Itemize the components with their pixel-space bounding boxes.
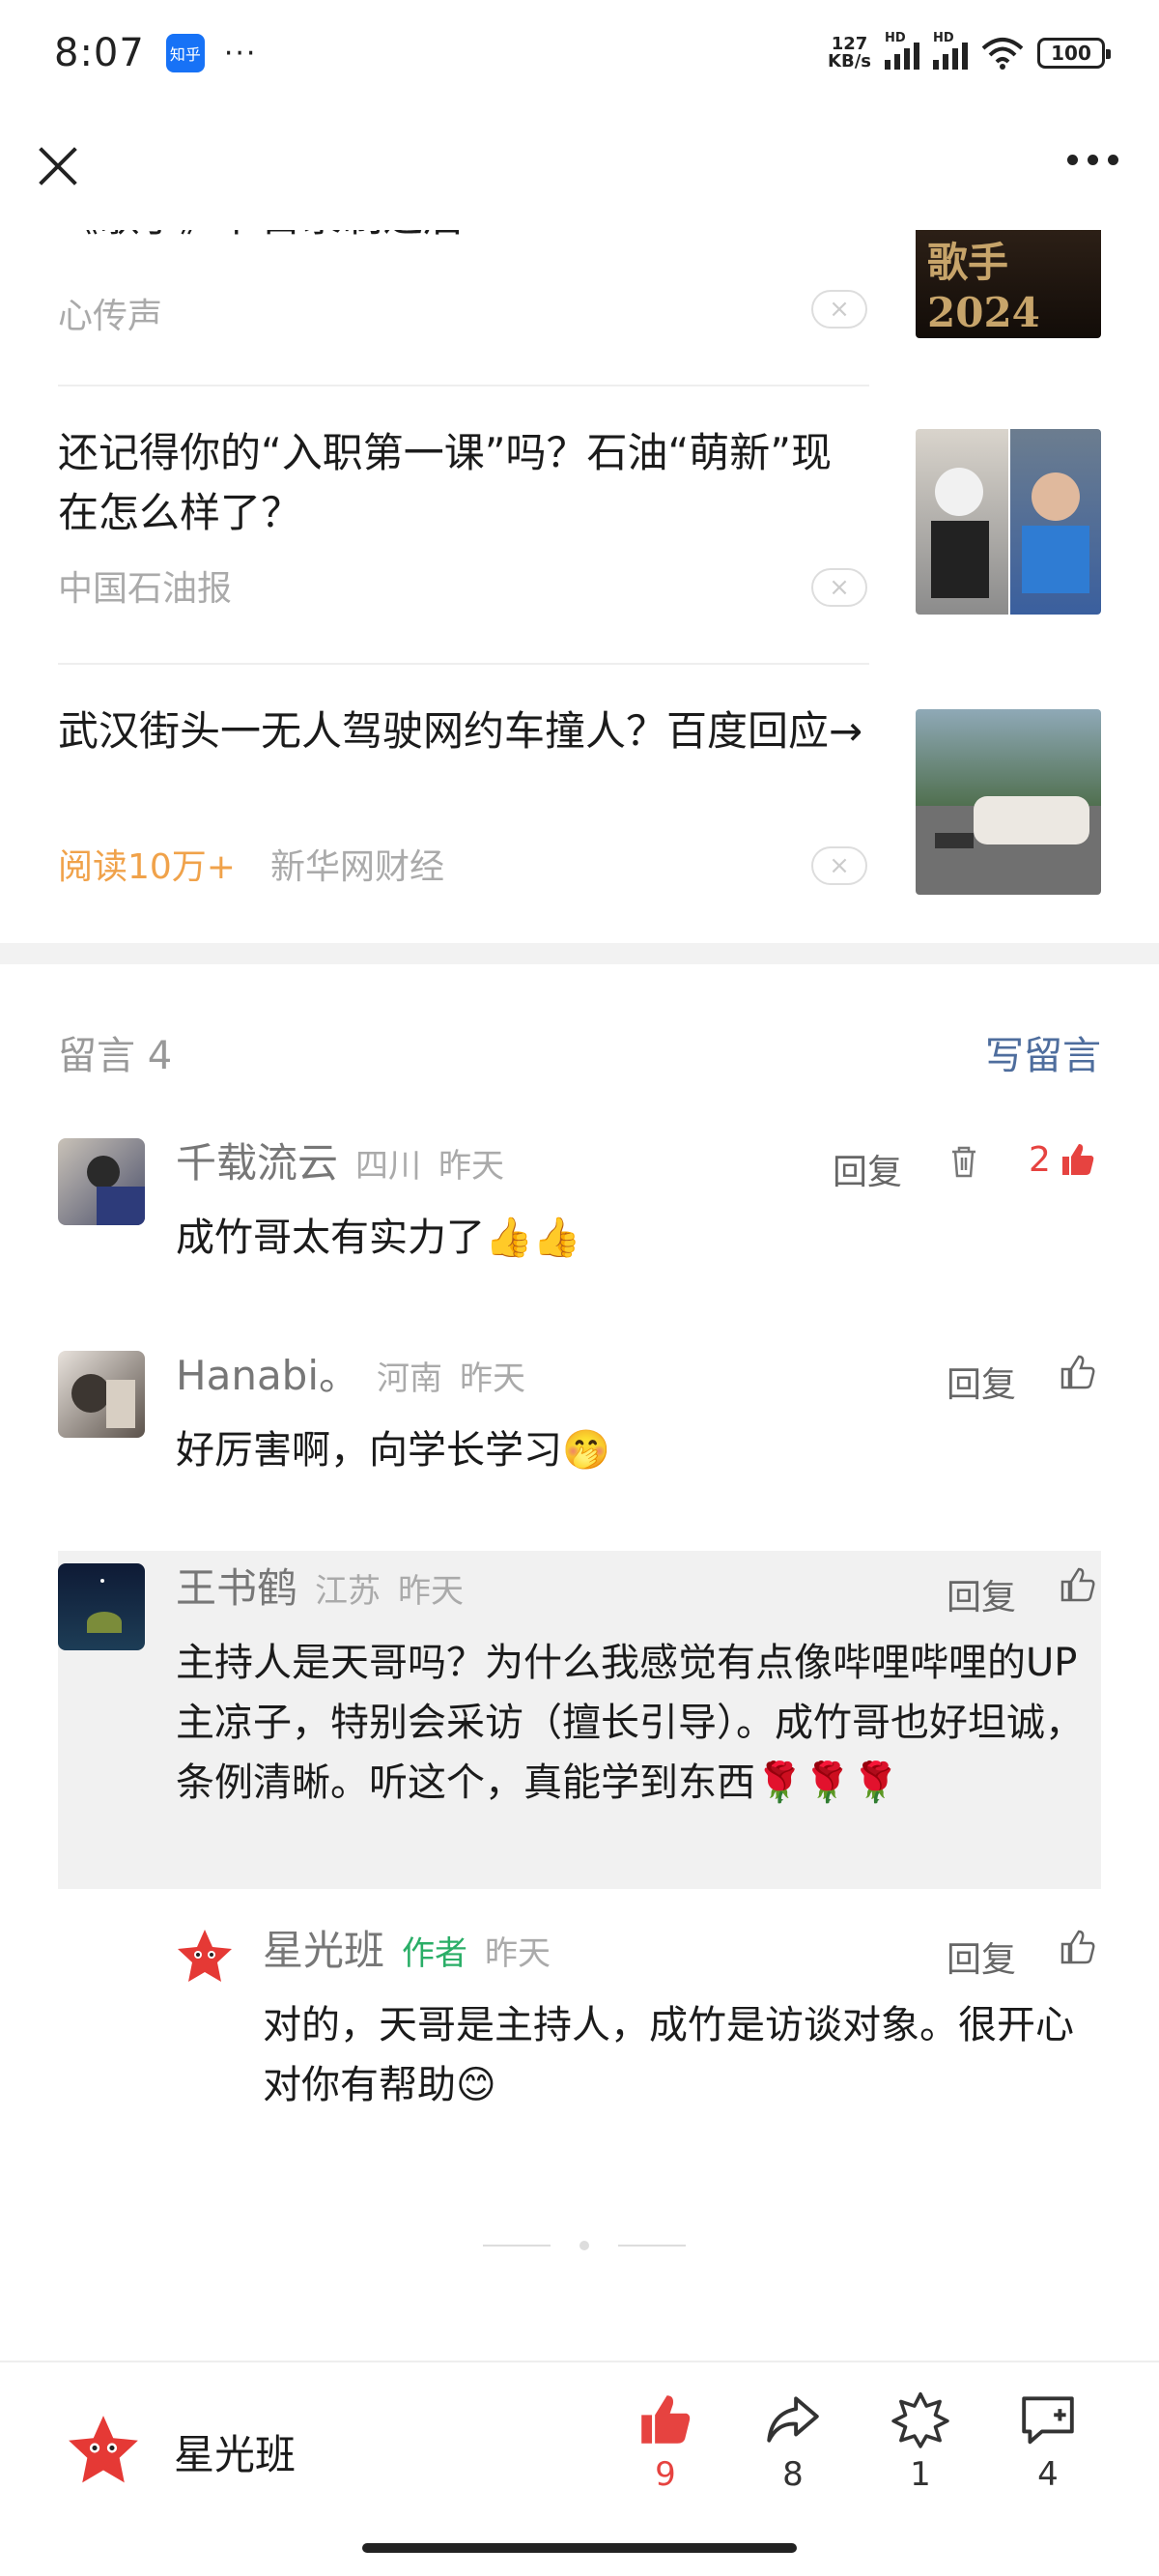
comment-text: 好厉害啊，向学长学习🤭 bbox=[176, 1428, 610, 1473]
comment-like-count: 2 bbox=[1029, 1140, 1051, 1180]
status-bar: 8:07 知乎 ··· 127 KB/s HD HD 100 bbox=[0, 0, 1159, 106]
comments-count: 留言 4 bbox=[58, 1034, 173, 1078]
end-indicator bbox=[483, 2241, 686, 2250]
comment-author[interactable]: 王书鹤 江苏 昨天 bbox=[176, 1563, 464, 1617]
signal-icon: HD bbox=[885, 31, 919, 70]
network-speed: 127 KB/s bbox=[828, 36, 871, 71]
share-count: 8 bbox=[782, 2455, 804, 2494]
wifi-icon bbox=[981, 38, 1024, 70]
zhihu-app-icon: 知乎 bbox=[165, 34, 205, 72]
author-star-avatar[interactable] bbox=[174, 1926, 236, 1988]
dismiss-icon[interactable]: × bbox=[811, 568, 867, 607]
signal-icon-2: HD bbox=[933, 31, 968, 70]
signal-hd-label-2: HD bbox=[933, 31, 954, 45]
article-scroll-area[interactable]: 《歌手》节目录制之后 心传声 × 歌手2024 还记得你的“入职第一课”吗？石油… bbox=[0, 230, 1159, 2361]
comment-time: 昨天 bbox=[398, 1572, 465, 1611]
thumb-up-filled-icon bbox=[641, 2395, 691, 2444]
write-comment-button[interactable]: 写留言 bbox=[985, 1024, 1101, 1080]
related-article-meta: 中国石油报 bbox=[58, 560, 232, 611]
related-article-item[interactable]: 武汉街头一无人驾驶网约车撞人？百度回应→ 阅读10万+ 新华网财经 × bbox=[0, 663, 1159, 943]
sparkle-star-icon bbox=[891, 2391, 949, 2448]
avatar[interactable] bbox=[58, 1563, 145, 1650]
favorite-count: 1 bbox=[910, 2455, 931, 2494]
related-article-source: 新华网财经 bbox=[269, 847, 444, 887]
author-name[interactable]: 星光班 bbox=[174, 2422, 296, 2481]
related-article-thumbnail: 歌手2024 bbox=[916, 230, 1101, 338]
related-article-thumbnail bbox=[916, 709, 1101, 895]
related-article-title: 《歌手》节目录制之后 bbox=[58, 230, 869, 247]
battery-indicator: 100 bbox=[1037, 38, 1111, 69]
comment-author[interactable]: 星光班 作者 昨天 bbox=[263, 1926, 551, 1979]
dismiss-icon[interactable]: × bbox=[811, 290, 867, 329]
related-article-title: 还记得你的“入职第一课”吗？石油“萌新”现在怎么样了？ bbox=[58, 429, 833, 536]
author-badge: 作者 bbox=[402, 1934, 468, 1973]
more-options-icon[interactable] bbox=[1067, 155, 1118, 165]
author-avatar-icon[interactable] bbox=[64, 2411, 143, 2490]
status-time: 8:07 bbox=[54, 31, 145, 75]
signal-hd-label: HD bbox=[885, 31, 906, 45]
comment-author[interactable]: Hanabi。 河南 昨天 bbox=[176, 1351, 525, 1404]
reply-button[interactable]: 回复 bbox=[947, 1932, 1016, 1982]
related-article-item[interactable]: 还记得你的“入职第一课”吗？石油“萌新”现在怎么样了？ 中国石油报 × bbox=[0, 385, 1159, 663]
comment-author[interactable]: 千载流云 四川 昨天 bbox=[176, 1138, 504, 1191]
add-comment-icon bbox=[1022, 2396, 1074, 2445]
close-icon[interactable] bbox=[33, 141, 83, 191]
home-indicator[interactable] bbox=[362, 2543, 797, 2553]
comment-time: 昨天 bbox=[460, 1360, 526, 1398]
avatar[interactable] bbox=[58, 1351, 145, 1438]
status-more-dots: ··· bbox=[223, 36, 258, 71]
thumb-up-icon[interactable] bbox=[1059, 1353, 1097, 1391]
comment-author-name[interactable]: 王书鹤 bbox=[176, 1564, 297, 1612]
thumb-up-icon[interactable] bbox=[1059, 1565, 1097, 1604]
reply-button[interactable]: 回复 bbox=[833, 1144, 902, 1194]
thumb-up-icon[interactable] bbox=[1059, 1928, 1097, 1966]
comment-time: 昨天 bbox=[485, 1934, 551, 1973]
related-article-item[interactable]: 《歌手》节目录制之后 心传声 × 歌手2024 bbox=[0, 230, 1159, 385]
comment-location: 四川 bbox=[355, 1147, 422, 1186]
top-nav bbox=[0, 106, 1159, 230]
related-article-title: 武汉街头一无人驾驶网约车撞人？百度回应→ bbox=[58, 707, 863, 755]
comment-author-name[interactable]: 千载流云 bbox=[176, 1139, 338, 1187]
share-icon bbox=[767, 2396, 819, 2443]
favorite-button[interactable]: 1 bbox=[877, 2390, 964, 2494]
comment-location: 江苏 bbox=[315, 1572, 382, 1611]
liked-thumb-icon[interactable] bbox=[1059, 1140, 1097, 1179]
section-separator bbox=[0, 943, 1159, 964]
delete-icon[interactable] bbox=[945, 1142, 983, 1181]
comment-time: 昨天 bbox=[438, 1147, 505, 1186]
network-speed-unit: KB/s bbox=[828, 51, 871, 72]
dismiss-icon[interactable]: × bbox=[811, 846, 867, 885]
comment-item: 千载流云 四川 昨天 回复 2 成竹哥太有实力了👍👍 bbox=[58, 1138, 1101, 1302]
comment-button[interactable]: 4 bbox=[1004, 2390, 1091, 2494]
reply-button[interactable]: 回复 bbox=[947, 1569, 1016, 1619]
thumbnail-caption: 歌手2024 bbox=[927, 239, 1040, 336]
comment-text: 对的，天哥是主持人，成竹是访谈对象。很开心对你有帮助😊 bbox=[263, 2003, 1074, 2107]
read-count-badge: 阅读10万+ bbox=[58, 847, 236, 887]
comment-author-name[interactable]: 星光班 bbox=[263, 1927, 384, 1974]
comment-location: 河南 bbox=[377, 1360, 443, 1398]
author-reply-item: 星光班 作者 昨天 回复 对的，天哥是主持人，成竹是访谈对象。很开心对你有帮助😊 bbox=[174, 1926, 1101, 2119]
related-article-meta: 心传声 bbox=[58, 288, 162, 338]
comment-author-name[interactable]: Hanabi。 bbox=[176, 1352, 359, 1399]
related-article-thumbnail bbox=[916, 429, 1101, 615]
related-article-source: 心传声 bbox=[58, 297, 163, 336]
comment-item: 王书鹤 江苏 昨天 回复 主持人是天哥吗？为什么我感觉有点像哔哩哔哩的UP主凉子，特… bbox=[58, 1563, 1101, 1882]
related-article-source: 中国石油报 bbox=[58, 569, 233, 609]
like-button[interactable]: 9 bbox=[622, 2390, 709, 2494]
share-button[interactable]: 8 bbox=[749, 2390, 836, 2494]
like-count: 9 bbox=[655, 2455, 676, 2494]
comment-count: 4 bbox=[1037, 2455, 1059, 2494]
comment-item: Hanabi。 河南 昨天 回复 好厉害啊，向学长学习🤭 bbox=[58, 1351, 1101, 1515]
avatar[interactable] bbox=[58, 1138, 145, 1225]
comment-text: 主持人是天哥吗？为什么我感觉有点像哔哩哔哩的UP主凉子，特别会采访（擅长引导）。… bbox=[176, 1641, 1084, 1805]
reply-button[interactable]: 回复 bbox=[947, 1357, 1016, 1407]
related-article-meta: 阅读10万+ 新华网财经 bbox=[58, 839, 444, 889]
comment-text: 成竹哥太有实力了👍👍 bbox=[176, 1216, 581, 1260]
